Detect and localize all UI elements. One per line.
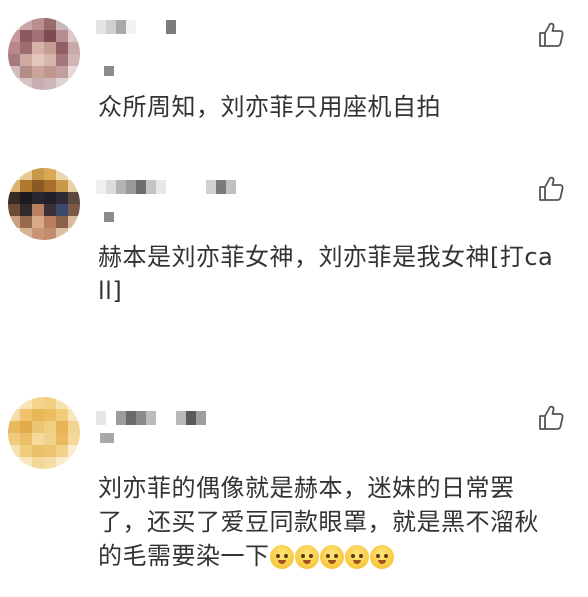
- thumbs-up-icon[interactable]: [536, 403, 566, 433]
- comment-text: 刘亦菲的偶像就是赫本，迷妹的日常罢了，还买了爱豆同款眼罩，就是黑不溜秋的毛需要染…: [98, 471, 558, 573]
- username-blurred[interactable]: [96, 20, 176, 34]
- comment-item: 刘亦菲的偶像就是赫本，迷妹的日常罢了，还买了爱豆同款眼罩，就是黑不溜秋的毛需要染…: [0, 385, 588, 597]
- doge-emoji: [269, 545, 294, 569]
- emoji-row: [269, 545, 394, 569]
- avatar[interactable]: [8, 18, 80, 90]
- doge-emoji: [319, 545, 344, 569]
- thumbs-up-icon[interactable]: [536, 20, 566, 50]
- doge-emoji: [344, 545, 369, 569]
- username-blurred[interactable]: [96, 180, 236, 194]
- thumbs-up-icon[interactable]: [536, 174, 566, 204]
- comment-text: 众所周知，刘亦菲只用座机自拍: [98, 93, 441, 121]
- timestamp-blurred: [104, 66, 114, 76]
- timestamp-blurred: [104, 212, 114, 222]
- avatar[interactable]: [8, 397, 80, 469]
- comment-item: 众所周知，刘亦菲只用座机自拍: [0, 0, 588, 140]
- comment-item: 赫本是刘亦菲女神，刘亦菲是我女神[打call]: [0, 160, 588, 330]
- doge-emoji: [294, 545, 319, 569]
- comment-list: 众所周知，刘亦菲只用座机自拍 赫本是刘亦菲女神，刘亦菲是我女神[打call] 刘…: [0, 0, 588, 597]
- doge-emoji: [369, 545, 394, 569]
- avatar[interactable]: [8, 168, 80, 240]
- comment-text: 赫本是刘亦菲女神，刘亦菲是我女神[打call]: [98, 243, 554, 305]
- timestamp-blurred: [100, 433, 114, 443]
- username-blurred[interactable]: [96, 411, 206, 425]
